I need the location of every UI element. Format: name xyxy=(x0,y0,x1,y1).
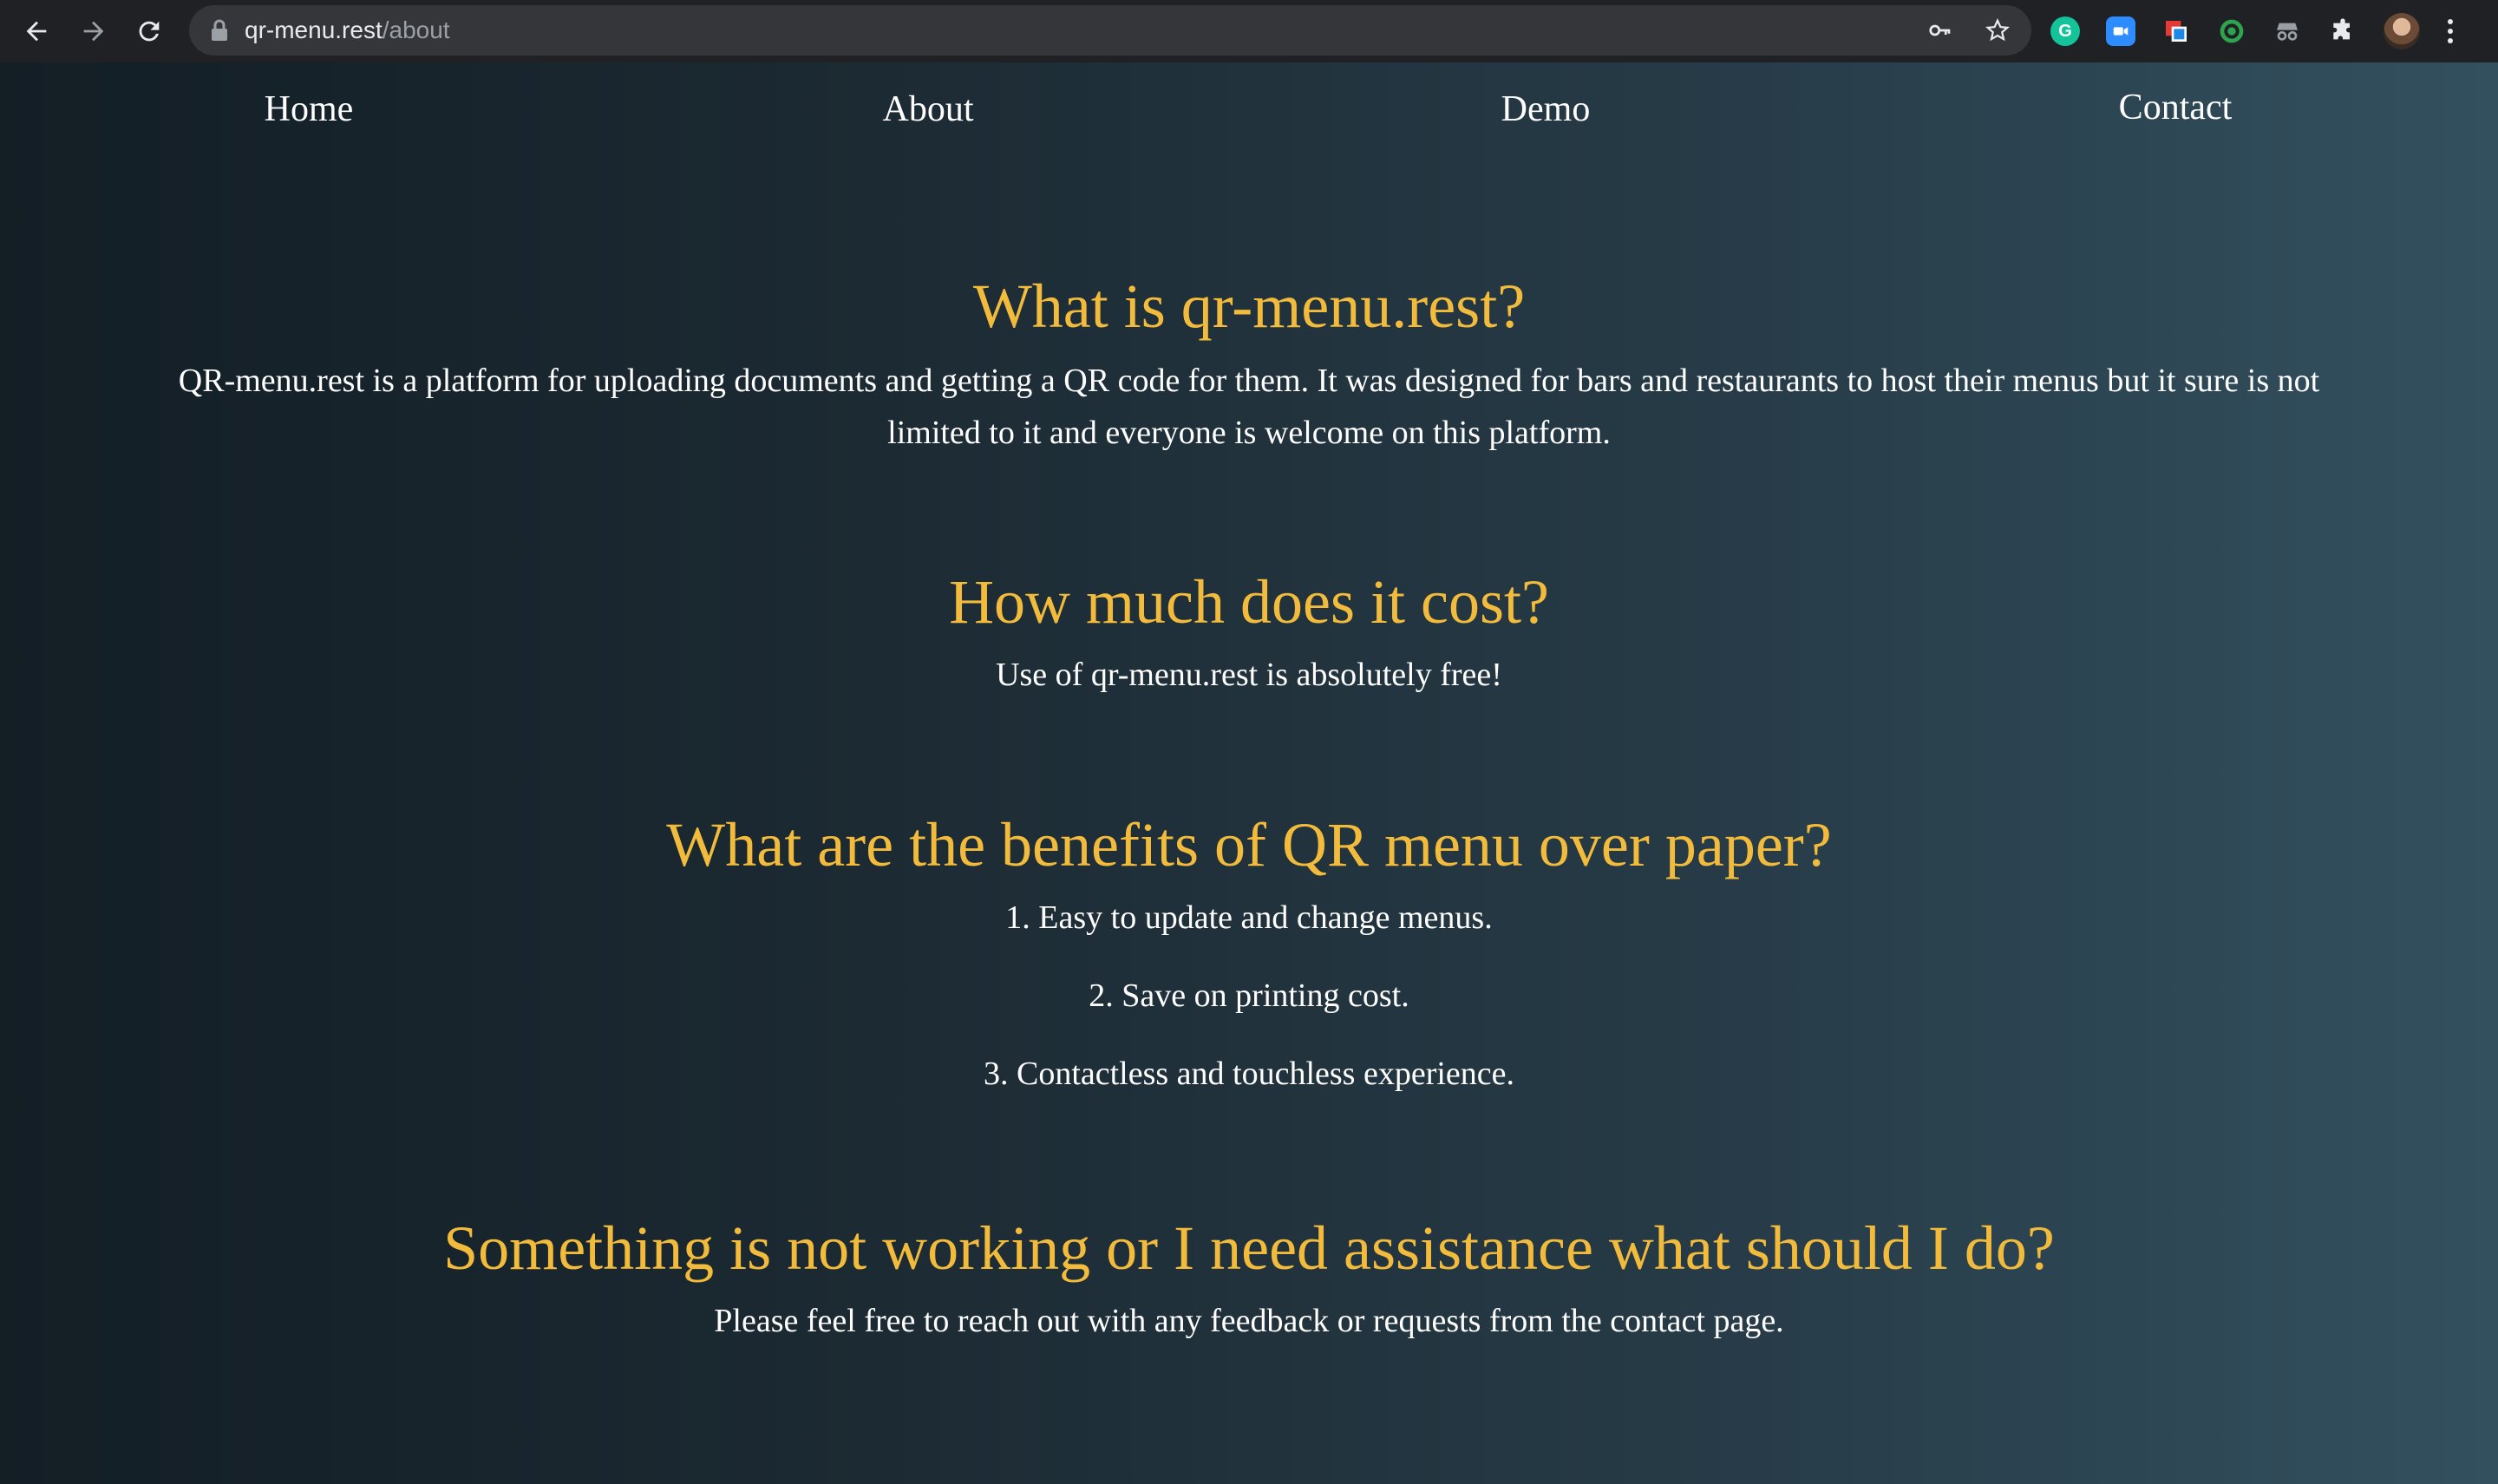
copy-icon[interactable] xyxy=(2161,16,2191,46)
nav-home-link[interactable]: Home xyxy=(265,88,354,130)
section-body: Use of qr-menu.rest is absolutely free! xyxy=(996,657,1502,693)
nav-about-link[interactable]: About xyxy=(883,88,974,130)
reload-button[interactable] xyxy=(121,3,177,59)
list-item: 2. Save on printing cost. xyxy=(1089,977,1409,1014)
lock-icon xyxy=(212,19,227,41)
zoom-icon[interactable] xyxy=(2106,16,2135,46)
target-icon[interactable] xyxy=(2217,16,2246,46)
star-icon[interactable] xyxy=(1985,17,2011,43)
section-body: Please feel free to reach out with any f… xyxy=(714,1303,1784,1339)
browser-toolbar: qr-menu.rest/about G xyxy=(0,0,2498,62)
url-domain: qr-menu.rest xyxy=(245,16,383,43)
section-heading: Something is not working or I need assis… xyxy=(443,1213,2055,1283)
section-heading: What is qr-menu.rest? xyxy=(972,271,1526,341)
extensions-area: G xyxy=(2050,0,2455,62)
address-bar[interactable]: qr-menu.rest/about xyxy=(189,5,2031,56)
url-path: /about xyxy=(382,16,450,43)
nav-contact-link[interactable]: Contact xyxy=(2119,87,2233,128)
incognito-ext-icon[interactable] xyxy=(2272,16,2302,46)
list-item: 1. Easy to update and change menus. xyxy=(1005,899,1493,936)
key-icon[interactable] xyxy=(1927,17,1953,43)
section-support: Something is not working or I need assis… xyxy=(0,1217,2498,1347)
browser-menu-icon[interactable] xyxy=(2446,19,2455,43)
back-button[interactable] xyxy=(9,3,64,59)
profile-avatar[interactable] xyxy=(2384,13,2420,49)
arrow-left-icon xyxy=(26,21,47,42)
grammarly-icon[interactable]: G xyxy=(2050,16,2080,46)
section-heading: What are the benefits of QR menu over pa… xyxy=(666,810,1832,879)
forward-button[interactable] xyxy=(66,3,121,59)
list-item: 3. Contactless and touchless experience. xyxy=(983,1056,1515,1092)
arrow-right-icon xyxy=(83,21,104,42)
section-cost: How much does it cost? Use of qr-menu.re… xyxy=(0,571,2498,701)
section-heading: How much does it cost? xyxy=(949,567,1549,637)
nav-demo-link[interactable]: Demo xyxy=(1501,88,1591,130)
reload-icon xyxy=(139,21,160,42)
section-body: QR-menu.rest is a platform for uploading… xyxy=(178,363,2320,451)
page-content: Home About Demo Contact What is qr-menu.… xyxy=(0,62,2498,1484)
section-benefits: What are the benefits of QR menu over pa… xyxy=(0,814,2498,1100)
puzzle-icon[interactable] xyxy=(2328,16,2357,46)
url-text: qr-menu.rest/about xyxy=(245,16,450,44)
section-what-is: What is qr-menu.rest? QR-menu.rest is a … xyxy=(0,275,2498,459)
